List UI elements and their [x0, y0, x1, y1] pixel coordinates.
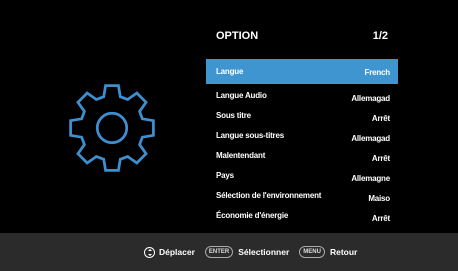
menu-header: OPTION 1/2 — [206, 30, 398, 48]
page-indicator: 1/2 — [372, 30, 388, 42]
menu-item-malentendant[interactable]: Malentendant Arrêt — [206, 146, 398, 166]
move-label: Déplacer — [159, 247, 195, 257]
menu-key-icon: MENU — [299, 246, 325, 258]
menu-item-sous-titre[interactable]: Sous titre Arrêt — [206, 106, 398, 126]
menu-item-langue[interactable]: Langue French — [206, 59, 398, 84]
menu-item-economie-energie[interactable]: Économie d'énergie Arrêt — [206, 206, 398, 226]
select-label: Sélectionner — [238, 247, 290, 257]
key-legend: Déplacer ENTER Sélectionner MENU Retour — [144, 245, 357, 259]
menu-item-value: Arrêt — [371, 214, 390, 223]
menu-item-value: Allemagad — [351, 94, 390, 103]
menu-item-value: Arrêt — [371, 114, 390, 123]
back-label: Retour — [329, 247, 358, 257]
menu-item-value: French — [364, 68, 391, 77]
menu-item-value: Arrêt — [371, 154, 390, 163]
menu-item-langue-audio[interactable]: Langue Audio Allemagad — [206, 86, 398, 106]
tv-options-screen: OPTION 1/2 Langue French Langue Audio Al… — [0, 0, 458, 271]
enter-key-icon: ENTER — [204, 246, 234, 258]
menu-title: OPTION — [216, 30, 259, 42]
menu-item-label: Malentendant — [216, 151, 266, 160]
menu-item-label: Langue Audio — [216, 91, 267, 100]
menu-item-label: Pays — [216, 171, 234, 180]
menu-item-value: Maiso — [368, 194, 390, 203]
menu-item-environnement[interactable]: Sélection de l'environnement Maiso — [206, 186, 398, 206]
menu-item-label: Sous titre — [216, 111, 251, 120]
menu-item-label: Langue sous-titres — [216, 131, 284, 140]
menu-item-label: Sélection de l'environnement — [216, 191, 322, 200]
menu-item-label: Langue — [216, 67, 244, 76]
navigation-arrows-icon — [144, 246, 155, 258]
help-bar: Déplacer ENTER Sélectionner MENU Retour — [0, 233, 458, 271]
gear-icon — [69, 84, 155, 172]
menu-list: Langue French Langue Audio Allemagad Sou… — [206, 59, 398, 226]
menu-item-pays[interactable]: Pays Allemagne — [206, 166, 398, 186]
menu-item-label: Économie d'énergie — [216, 211, 289, 220]
menu-item-value: Allemagad — [351, 134, 390, 143]
menu-item-value: Allemagne — [351, 174, 390, 183]
menu-item-langue-sous-titres[interactable]: Langue sous-titres Allemagad — [206, 126, 398, 146]
